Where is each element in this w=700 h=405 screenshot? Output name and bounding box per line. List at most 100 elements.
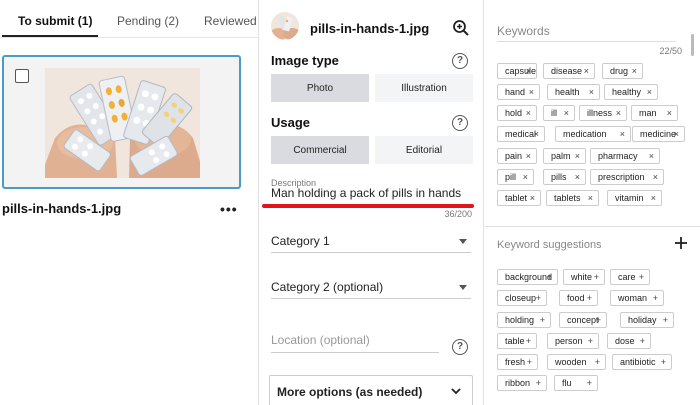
keyword-tag[interactable]: medicine × [632,126,685,142]
add-icon[interactable]: + [596,313,601,327]
keyword-tag[interactable]: palm × [543,148,586,164]
remove-icon[interactable]: × [649,149,654,163]
keyword-tag[interactable]: medication × [555,126,631,142]
remove-icon[interactable]: × [526,149,531,163]
suggestion-tag[interactable]: fresh + [497,354,538,370]
keyword-tag[interactable]: ill × [543,105,575,121]
add-icon[interactable]: + [640,334,645,348]
keyword-tag[interactable]: disease × [543,63,595,79]
keyword-tag[interactable]: capsule × [497,63,537,79]
keyword-tag[interactable]: hold × [497,105,537,121]
add-icon[interactable]: + [587,376,592,390]
keyword-tag[interactable]: medical × [497,126,545,142]
remove-icon[interactable]: × [647,85,652,99]
keyword-tag[interactable]: man × [631,105,678,121]
illustration-button[interactable]: Illustration [375,74,473,102]
suggestion-tag[interactable]: holiday + [620,312,674,328]
keyword-tag[interactable]: health × [547,84,600,100]
asset-card[interactable] [2,55,241,189]
remove-icon[interactable]: × [620,127,625,141]
keyword-tag[interactable]: pill × [497,169,534,185]
remove-icon[interactable]: × [526,64,531,78]
remove-icon[interactable]: × [589,85,594,99]
remove-icon[interactable]: × [674,127,679,141]
suggestion-tag[interactable]: closeup + [497,290,547,306]
keyword-tag[interactable]: pharmacy × [590,148,660,164]
description-field[interactable]: Man holding a pack of pills in hands [271,186,461,200]
keyword-tag[interactable]: hand × [497,84,540,100]
remove-icon[interactable]: × [632,64,637,78]
add-icon[interactable]: + [594,270,599,284]
keyword-tag[interactable]: pain × [497,148,537,164]
remove-icon[interactable]: × [530,191,535,205]
remove-icon[interactable]: × [616,106,621,120]
help-icon[interactable]: ? [452,339,468,355]
add-icon[interactable]: + [661,355,666,369]
add-icon[interactable]: + [526,334,531,348]
keyword-tag[interactable]: prescription × [590,169,664,185]
tab-pending[interactable]: Pending (2) [117,14,179,28]
remove-icon[interactable]: × [526,106,531,120]
more-options-toggle[interactable]: More options (as needed) [269,375,473,405]
keyword-tag[interactable]: healthy × [604,84,658,100]
remove-icon[interactable]: × [651,191,656,205]
add-icon[interactable]: + [588,334,593,348]
suggestion-tag[interactable]: concept + [559,312,607,328]
asset-thumbnail[interactable] [45,68,200,178]
keywords-scrollbar[interactable] [691,34,694,56]
suggestion-tag[interactable]: dose + [607,333,651,349]
suggestion-tag[interactable]: table + [497,333,537,349]
add-all-plus-icon[interactable] [674,236,688,250]
keywords-input-line[interactable] [497,41,675,42]
keyword-tag[interactable]: illness × [579,105,627,121]
add-icon[interactable]: + [653,291,658,305]
add-icon[interactable]: + [527,355,532,369]
suggestion-tag[interactable]: holding + [497,312,551,328]
add-icon[interactable]: + [587,291,592,305]
suggestion-tag[interactable]: flu + [554,375,598,391]
remove-icon[interactable]: × [523,170,528,184]
category-2-select[interactable]: Category 2 (optional) [271,277,471,299]
tab-reviewed[interactable]: Reviewed (5 [204,14,258,28]
location-input[interactable]: Location (optional) [271,333,439,353]
suggestion-tag[interactable]: woman + [610,290,664,306]
remove-icon[interactable]: × [584,64,589,78]
remove-icon[interactable]: × [575,170,580,184]
keyword-tag[interactable]: tablets × [546,190,599,206]
select-checkbox[interactable] [15,69,29,83]
add-icon[interactable]: + [663,313,668,327]
suggestion-tag[interactable]: food + [559,290,598,306]
remove-icon[interactable]: × [564,106,569,120]
keyword-tag[interactable]: tablet × [497,190,541,206]
more-dots-icon[interactable]: ••• [220,202,238,216]
suggestion-tag[interactable]: antibiotic + [612,354,672,370]
remove-icon[interactable]: × [588,191,593,205]
keyword-tag[interactable]: pills × [543,169,586,185]
remove-icon[interactable]: × [575,149,580,163]
help-icon[interactable]: ? [452,115,468,131]
add-icon[interactable]: + [536,376,541,390]
suggestion-tag[interactable]: white + [563,269,605,285]
zoom-in-icon[interactable] [452,19,470,37]
suggestion-tag[interactable]: ribbon + [497,375,547,391]
remove-icon[interactable]: × [534,127,539,141]
tab-to-submit[interactable]: To submit (1) [18,14,92,28]
add-icon[interactable]: + [639,270,644,284]
photo-button[interactable]: Photo [271,74,369,102]
category-1-select[interactable]: Category 1 [271,231,471,253]
keyword-tag[interactable]: drug × [602,63,643,79]
remove-icon[interactable]: × [667,106,672,120]
add-icon[interactable]: + [536,291,541,305]
add-icon[interactable]: + [595,355,600,369]
add-icon[interactable]: + [547,270,552,284]
commercial-button[interactable]: Commercial [271,136,369,164]
editorial-button[interactable]: Editorial [375,136,473,164]
keyword-tag[interactable]: vitamin × [607,190,662,206]
suggestion-tag[interactable]: background + [497,269,558,285]
add-icon[interactable]: + [540,313,545,327]
help-icon[interactable]: ? [452,53,468,69]
suggestion-tag[interactable]: person + [547,333,599,349]
remove-icon[interactable]: × [529,85,534,99]
suggestion-tag[interactable]: care + [610,269,650,285]
suggestion-tag[interactable]: wooden + [547,354,606,370]
